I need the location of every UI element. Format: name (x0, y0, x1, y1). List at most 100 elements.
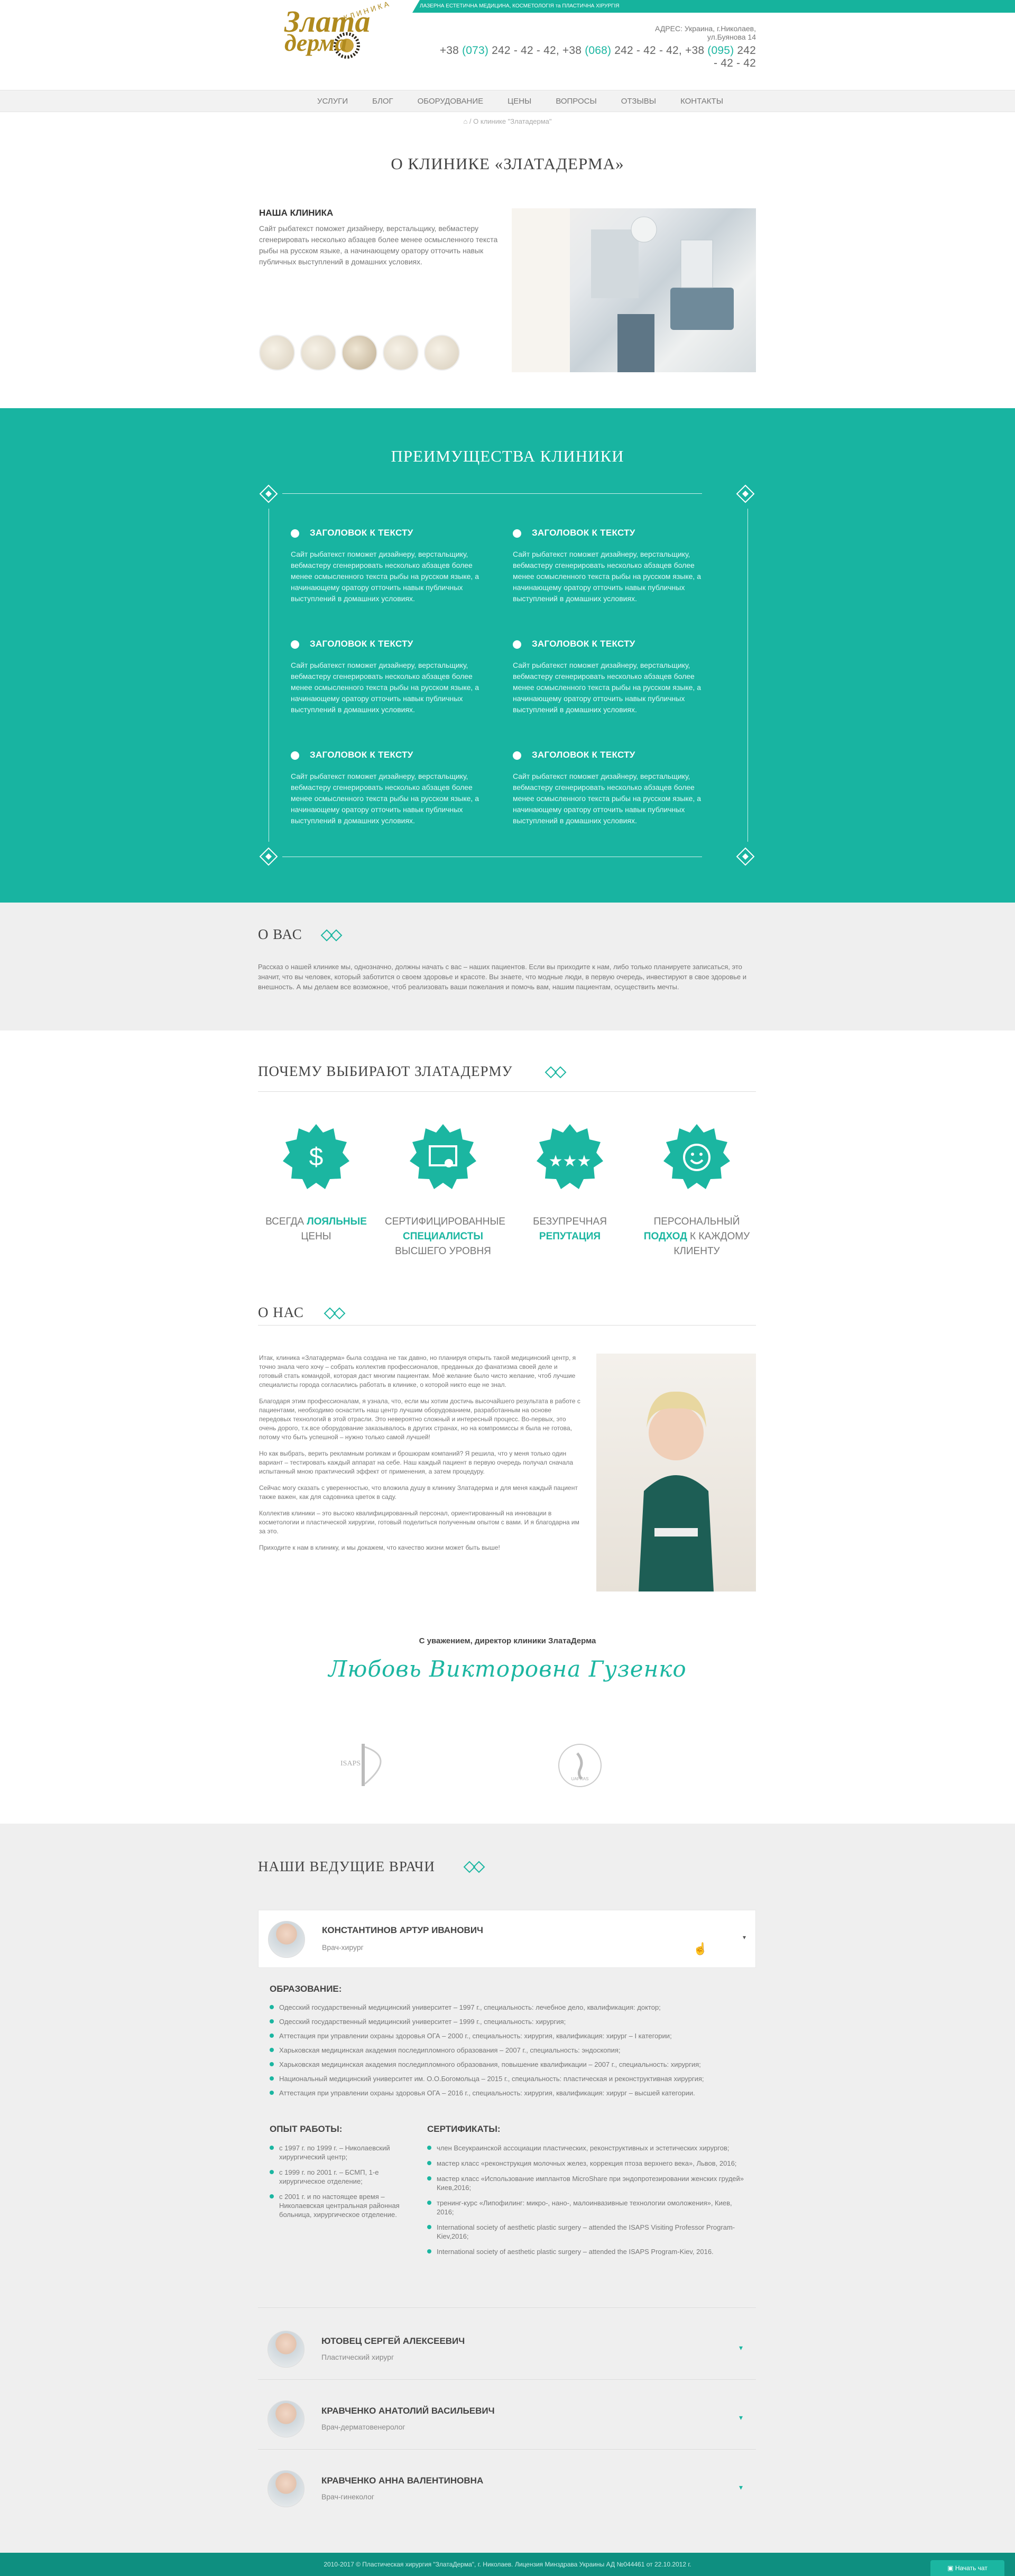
doctor-card[interactable]: ЮТОВЕЦ СЕРГЕЙ АЛЕКСЕЕВИЧ Пластический хи… (258, 2321, 756, 2379)
chevron-down-icon[interactable]: ▾ (739, 2413, 743, 2422)
why-caption-pre: ПЕРСОНАЛЬНЫЙ (653, 1216, 740, 1227)
gallery-thumb[interactable] (342, 335, 377, 371)
isaps-logo[interactable]: ISAPS (338, 1742, 402, 1789)
page-title: О КЛИНИКЕ «ЗЛАТАДЕРМА» (391, 154, 624, 173)
chevron-down-icon[interactable]: ▾ (739, 2483, 743, 2492)
education-title: ОБРАЗОВАНИЕ: (270, 1984, 342, 1994)
list-item: International society of aesthetic plast… (427, 2247, 744, 2256)
phone-number-1[interactable]: 242 - 42 - 42, (488, 44, 562, 57)
advantage-item: ЗАГОЛОВОК К ТЕКСТУ Сайт рыбатекст поможет… (291, 750, 492, 845)
why-badge (662, 1123, 731, 1194)
phone-code-2[interactable]: (068) (585, 44, 611, 57)
divider-line (258, 2307, 756, 2308)
why-caption-pre: БЕЗУПРЕЧНАЯ (533, 1216, 607, 1227)
dollar-icon: $ (283, 1124, 349, 1189)
director-photo (596, 1354, 756, 1591)
nav-item-contacts[interactable]: Контакты (680, 90, 723, 113)
why-caption: СЕРТИФИЦИРОВАННЫЕ СПЕЦИАЛИСТЫ ВЫСШЕГО УР… (385, 1215, 505, 1259)
uapras-logo-text: UAPRAS (571, 1777, 589, 1781)
experience-title: ОПЫТ РАБОТЫ: (270, 2124, 343, 2134)
gallery-thumb[interactable] (259, 335, 295, 371)
list-item: тренинг-курс «Липофилинг: микро-, нано-,… (427, 2198, 744, 2216)
list-item: Одесский государственный медицинский уни… (270, 2017, 756, 2026)
diamond-ornament-icon (320, 929, 343, 942)
why-caption-post: ЦЕНЫ (301, 1231, 331, 1242)
advantage-item: ЗАГОЛОВОК К ТЕКСТУ Сайт рыбатекст поможет… (291, 528, 492, 623)
about-us-text: Итак, клиника «Златадерма» была создана … (259, 1354, 582, 1552)
phone-number-2[interactable]: 242 - 42 - 42, (611, 44, 685, 57)
list-item: мастер класс «Использование имплантов Mi… (427, 2174, 744, 2192)
why-caption: ВСЕГДА ЛОЯЛЬНЫЕ ЦЕНЫ (258, 1215, 374, 1244)
phone-code-1[interactable]: (073) (462, 44, 488, 57)
doctor-name: КОНСТАНТИНОВ АРТУР ИВАНОВИЧ (322, 1925, 483, 1935)
phone-code-3[interactable]: (095) (707, 44, 734, 57)
why-caption-pre: ВСЕГДА (265, 1216, 307, 1227)
chevron-down-icon[interactable]: ▾ (743, 1934, 746, 1941)
advantages-title: ПРЕИМУЩЕСТВА КЛИНИКИ (391, 447, 624, 465)
certificates-title: СЕРТИФИКАТЫ: (427, 2124, 501, 2134)
list-item: с 1999 г. по 2001 г. – БСМП, 1-е хирурги… (270, 2168, 407, 2186)
about-you-text: Рассказ о нашей клинике мы, однозначно, … (258, 963, 747, 991)
main-nav: Услуги Блог Оборудование Цены Вопросы От… (0, 90, 1015, 112)
bullet-dot-icon (513, 751, 521, 760)
hand-cursor-icon: ☝ (693, 1942, 708, 1955)
nav-item-blog[interactable]: Блог (372, 90, 393, 113)
list-item: Харьковская медицинская академия последи… (270, 2046, 756, 2055)
education-list: Одесский государственный медицинский уни… (270, 2003, 756, 2097)
gallery-thumb[interactable] (300, 335, 336, 371)
clinic-photo[interactable] (512, 208, 756, 372)
isaps-logo-text: ISAPS (340, 1760, 361, 1768)
list-item: с 1997 г. по 1999 г. – Николаевский хиру… (270, 2143, 407, 2161)
list-item: Национальный медицинский университет им.… (270, 2074, 756, 2083)
clinic-room-image (512, 208, 734, 372)
about-us-paragraph: Но как выбрать, верить рекламным роликам… (259, 1450, 574, 1475)
why-title: ПОЧЕМУ ВЫБИРАЮТ ЗЛАТАДЕРМУ (258, 1063, 513, 1079)
breadcrumb: ⌂ / О клинике "Златадерма" (0, 117, 1015, 125)
doctor-card[interactable]: КРАВЧЕНКО АННА ВАЛЕНТИНОВНА Врач-гинекол… (258, 2461, 756, 2519)
smile-icon (663, 1124, 730, 1189)
avatar (267, 2400, 304, 2437)
list-item: мастер класс «реконструкция молочных жел… (427, 2159, 744, 2168)
phone-prefix-3: +38 (685, 44, 708, 57)
diamond-ornament-icon (736, 847, 755, 866)
phone-prefix-1: +38 (439, 44, 463, 57)
nav-item-prices[interactable]: Цены (508, 90, 531, 113)
divider-line (258, 2449, 756, 2450)
nav-item-reviews[interactable]: Отзывы (621, 90, 656, 113)
gallery-thumb[interactable] (424, 335, 460, 371)
advantage-text: Сайт рыбатекст поможет дизайнеру, верста… (513, 772, 701, 825)
why-caption-highlight: РЕПУТАЦИЯ (539, 1231, 601, 1242)
divider-line (258, 1091, 756, 1092)
advantage-heading: ЗАГОЛОВОК К ТЕКСТУ (310, 639, 413, 649)
advantage-text: Сайт рыбатекст поможет дизайнеру, верста… (291, 661, 479, 714)
chevron-down-icon[interactable]: ▾ (739, 2343, 743, 2352)
avatar (267, 2470, 304, 2507)
why-caption: ПЕРСОНАЛЬНЫЙ ПОДХОД К КАЖДОМУ КЛИЕНТУ (639, 1215, 755, 1259)
header-tagline: ЛАЗЕРНА ЕСТЕТИЧНА МЕДИЦИНА, КОСМЕТОЛОГІЯ… (412, 0, 1015, 13)
clinic-logo[interactable]: Злата дерма КЛИНИКА (280, 0, 392, 67)
diamond-ornament-icon (259, 847, 278, 866)
chat-button[interactable]: ▣ Начать чат (930, 2560, 1004, 2576)
list-item: Харьковская медицинская академия последи… (270, 2060, 756, 2069)
address-text: АДРЕС: Украина, г.Николаев, ул.Буянова 1… (655, 24, 756, 41)
bullet-dot-icon (291, 751, 299, 760)
uapras-logo[interactable]: UAPRAS (556, 1742, 604, 1789)
about-us-paragraph: Благодаря этим профессионалам, я узнала,… (259, 1397, 580, 1441)
breadcrumb-current: / О клинике "Златадерма" (467, 117, 552, 125)
bullet-dot-icon (513, 529, 521, 538)
gallery-thumb[interactable] (383, 335, 419, 371)
phones-line: +38 (073) 242 - 42 - 42, +38 (068) 242 -… (433, 44, 756, 70)
diamond-ornament-icon (259, 484, 278, 503)
nav-item-equipment[interactable]: Оборудование (418, 90, 484, 113)
gallery-thumbs (259, 335, 470, 373)
list-item: член Всеукраинской ассоциации пластическ… (427, 2143, 744, 2152)
chat-label: Начать чат (955, 2564, 988, 2572)
diamond-ornament-icon (324, 1307, 346, 1320)
doctor-card-expanded[interactable]: КОНСТАНТИНОВ АРТУР ИВАНОВИЧ Врач-хирург … (258, 1910, 756, 1968)
nav-item-questions[interactable]: Вопросы (556, 90, 596, 113)
stars-icon: ★★★ (537, 1124, 603, 1189)
nav-item-services[interactable]: Услуги (317, 90, 348, 113)
chat-icon: ▣ (947, 2564, 955, 2572)
advantage-heading: ЗАГОЛОВОК К ТЕКСТУ (532, 750, 635, 760)
doctor-card[interactable]: КРАВЧЕНКО АНАТОЛИЙ ВАСИЛЬЕВИЧ Врач-дерма… (258, 2391, 756, 2449)
